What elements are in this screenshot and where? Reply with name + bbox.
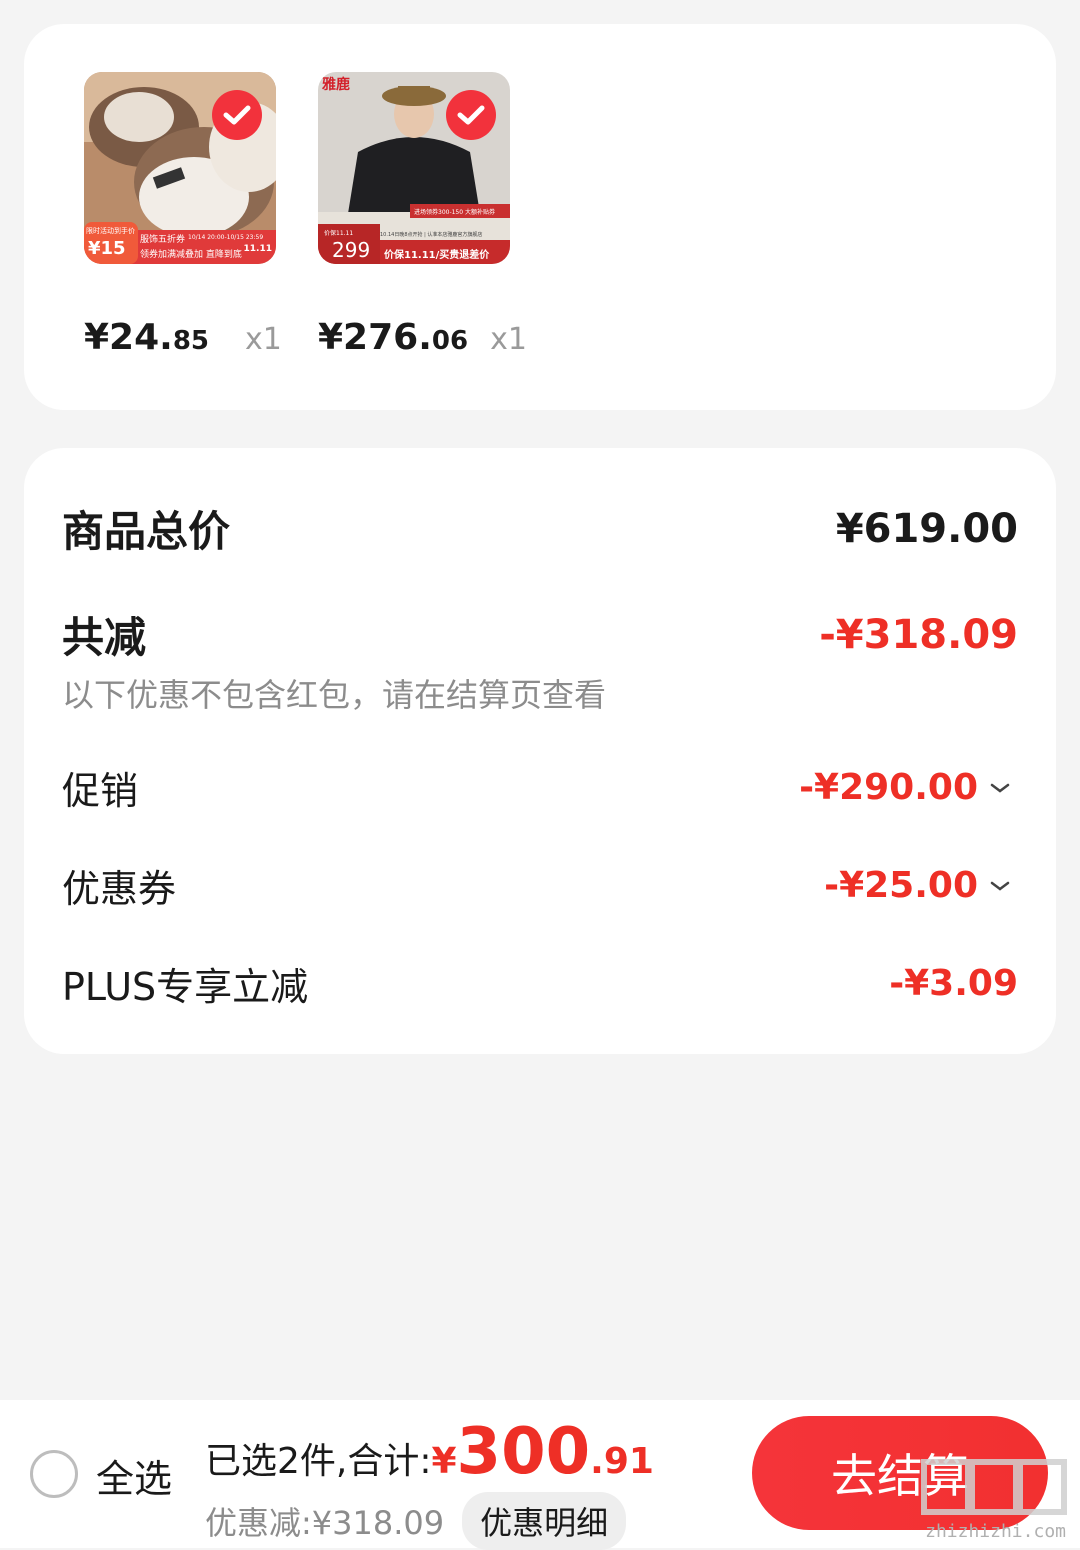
select-all-radio[interactable] <box>30 1450 78 1498</box>
product-price-row: ¥24. 85 x1 <box>84 317 282 358</box>
badge-price: ¥15 <box>88 238 126 259</box>
price-summary-card: 商品总价 ¥619.00 共减 -¥318.09 以下优惠不包含红包，请在结算页… <box>24 448 1056 1054</box>
total-amount-int: 300 <box>456 1415 591 1489</box>
product-price-int: ¥276. <box>318 317 432 358</box>
plus-discount-label: PLUS专享立减 <box>62 965 309 1009</box>
badge-text: 价保11.11/买贵退差价 <box>384 250 490 261</box>
badge-text-1: 服饰五折券 <box>140 235 186 245</box>
selected-check-icon[interactable] <box>446 90 496 140</box>
coupon-value: -¥25.00 <box>824 865 978 906</box>
product-price-dec: 85 <box>172 326 210 356</box>
product-item-jacket[interactable]: 雅鹿 进场领券300-150 大额补贴券 价保11.11 10.14日晚8点开抢… <box>318 72 527 358</box>
badge-promo: 进场领券300-150 大额补贴券 <box>414 209 495 216</box>
checkout-bar: 全选 已选2件,合计: ¥ 300 .91 优惠减:¥318.09 优惠明细 去… <box>0 1400 1080 1550</box>
coupon-label: 优惠券 <box>62 867 177 911</box>
total-reduction-row: 共减 -¥318.09 <box>62 604 1018 665</box>
promotion-row[interactable]: 促销 -¥290.00 <box>62 760 1018 815</box>
total-currency: ¥ <box>431 1441 457 1482</box>
product-quantity: x1 <box>490 322 527 357</box>
product-price-dec: 06 <box>431 326 469 356</box>
product-quantity: x1 <box>245 322 282 357</box>
selected-count-label: 已选2件,合计: <box>205 1441 432 1482</box>
product-item-slippers[interactable]: 限时活动到手价 ¥15 服饰五折券 10/14 20:00-10/15 23:5… <box>84 72 282 358</box>
total-price-row: 商品总价 ¥619.00 <box>62 498 1018 559</box>
badge-text-2: 领券加满减叠加 直降到底 <box>140 250 242 260</box>
brand-logo: 雅鹿 <box>322 77 350 93</box>
badge-date: 10.14日晚8点开抢 | 认准本店雅鹿官方旗舰店 <box>380 232 483 238</box>
product-image-jacket[interactable]: 雅鹿 进场领券300-150 大额补贴券 价保11.11 10.14日晚8点开抢… <box>318 72 510 264</box>
selected-check-icon[interactable] <box>212 90 262 140</box>
discount-line: 优惠减:¥318.09 优惠明细 <box>205 1492 627 1550</box>
plus-discount-row: PLUS专享立减 -¥3.09 <box>62 956 1018 1011</box>
watermark-text: zhizhizhi.com <box>925 1521 1066 1542</box>
selected-products-card: 限时活动到手价 ¥15 服饰五折券 10/14 20:00-10/15 23:5… <box>24 24 1056 410</box>
discount-amount: 优惠减:¥318.09 <box>205 1504 445 1542</box>
plus-discount-value: -¥3.09 <box>889 963 1018 1004</box>
total-price-label: 商品总价 <box>62 507 231 556</box>
badge-date: 10/14 20:00-10/15 23:59 <box>188 234 264 241</box>
coupon-row[interactable]: 优惠券 -¥25.00 <box>62 858 1018 913</box>
product-price-row: ¥276. 06 x1 <box>318 317 527 358</box>
total-amount-dec: .91 <box>590 1441 654 1482</box>
total-line: 已选2件,合计: ¥ 300 .91 <box>205 1420 654 1484</box>
chevron-down-icon[interactable] <box>990 880 1010 892</box>
total-reduction-label: 共减 <box>62 613 147 662</box>
badge-label: 价保11.11 <box>324 230 354 237</box>
badge-1111: 11.11 <box>243 244 272 254</box>
badge-tag: 限时活动到手价 <box>86 227 135 235</box>
product-image-slippers[interactable]: 限时活动到手价 ¥15 服饰五折券 10/14 20:00-10/15 23:5… <box>84 72 276 264</box>
discount-note: 以下优惠不包含红包，请在结算页查看 <box>62 676 607 714</box>
total-price-value: ¥619.00 <box>835 505 1018 552</box>
badge-price: 299 <box>332 238 371 262</box>
promotion-label: 促销 <box>62 769 139 813</box>
chevron-down-icon[interactable] <box>990 782 1010 794</box>
discount-detail-button[interactable]: 优惠明细 <box>462 1492 627 1550</box>
product-price-int: ¥24. <box>84 317 173 358</box>
total-reduction-value: -¥318.09 <box>819 611 1018 658</box>
promotion-value: -¥290.00 <box>799 767 978 808</box>
select-all-label[interactable]: 全选 <box>96 1448 172 1503</box>
